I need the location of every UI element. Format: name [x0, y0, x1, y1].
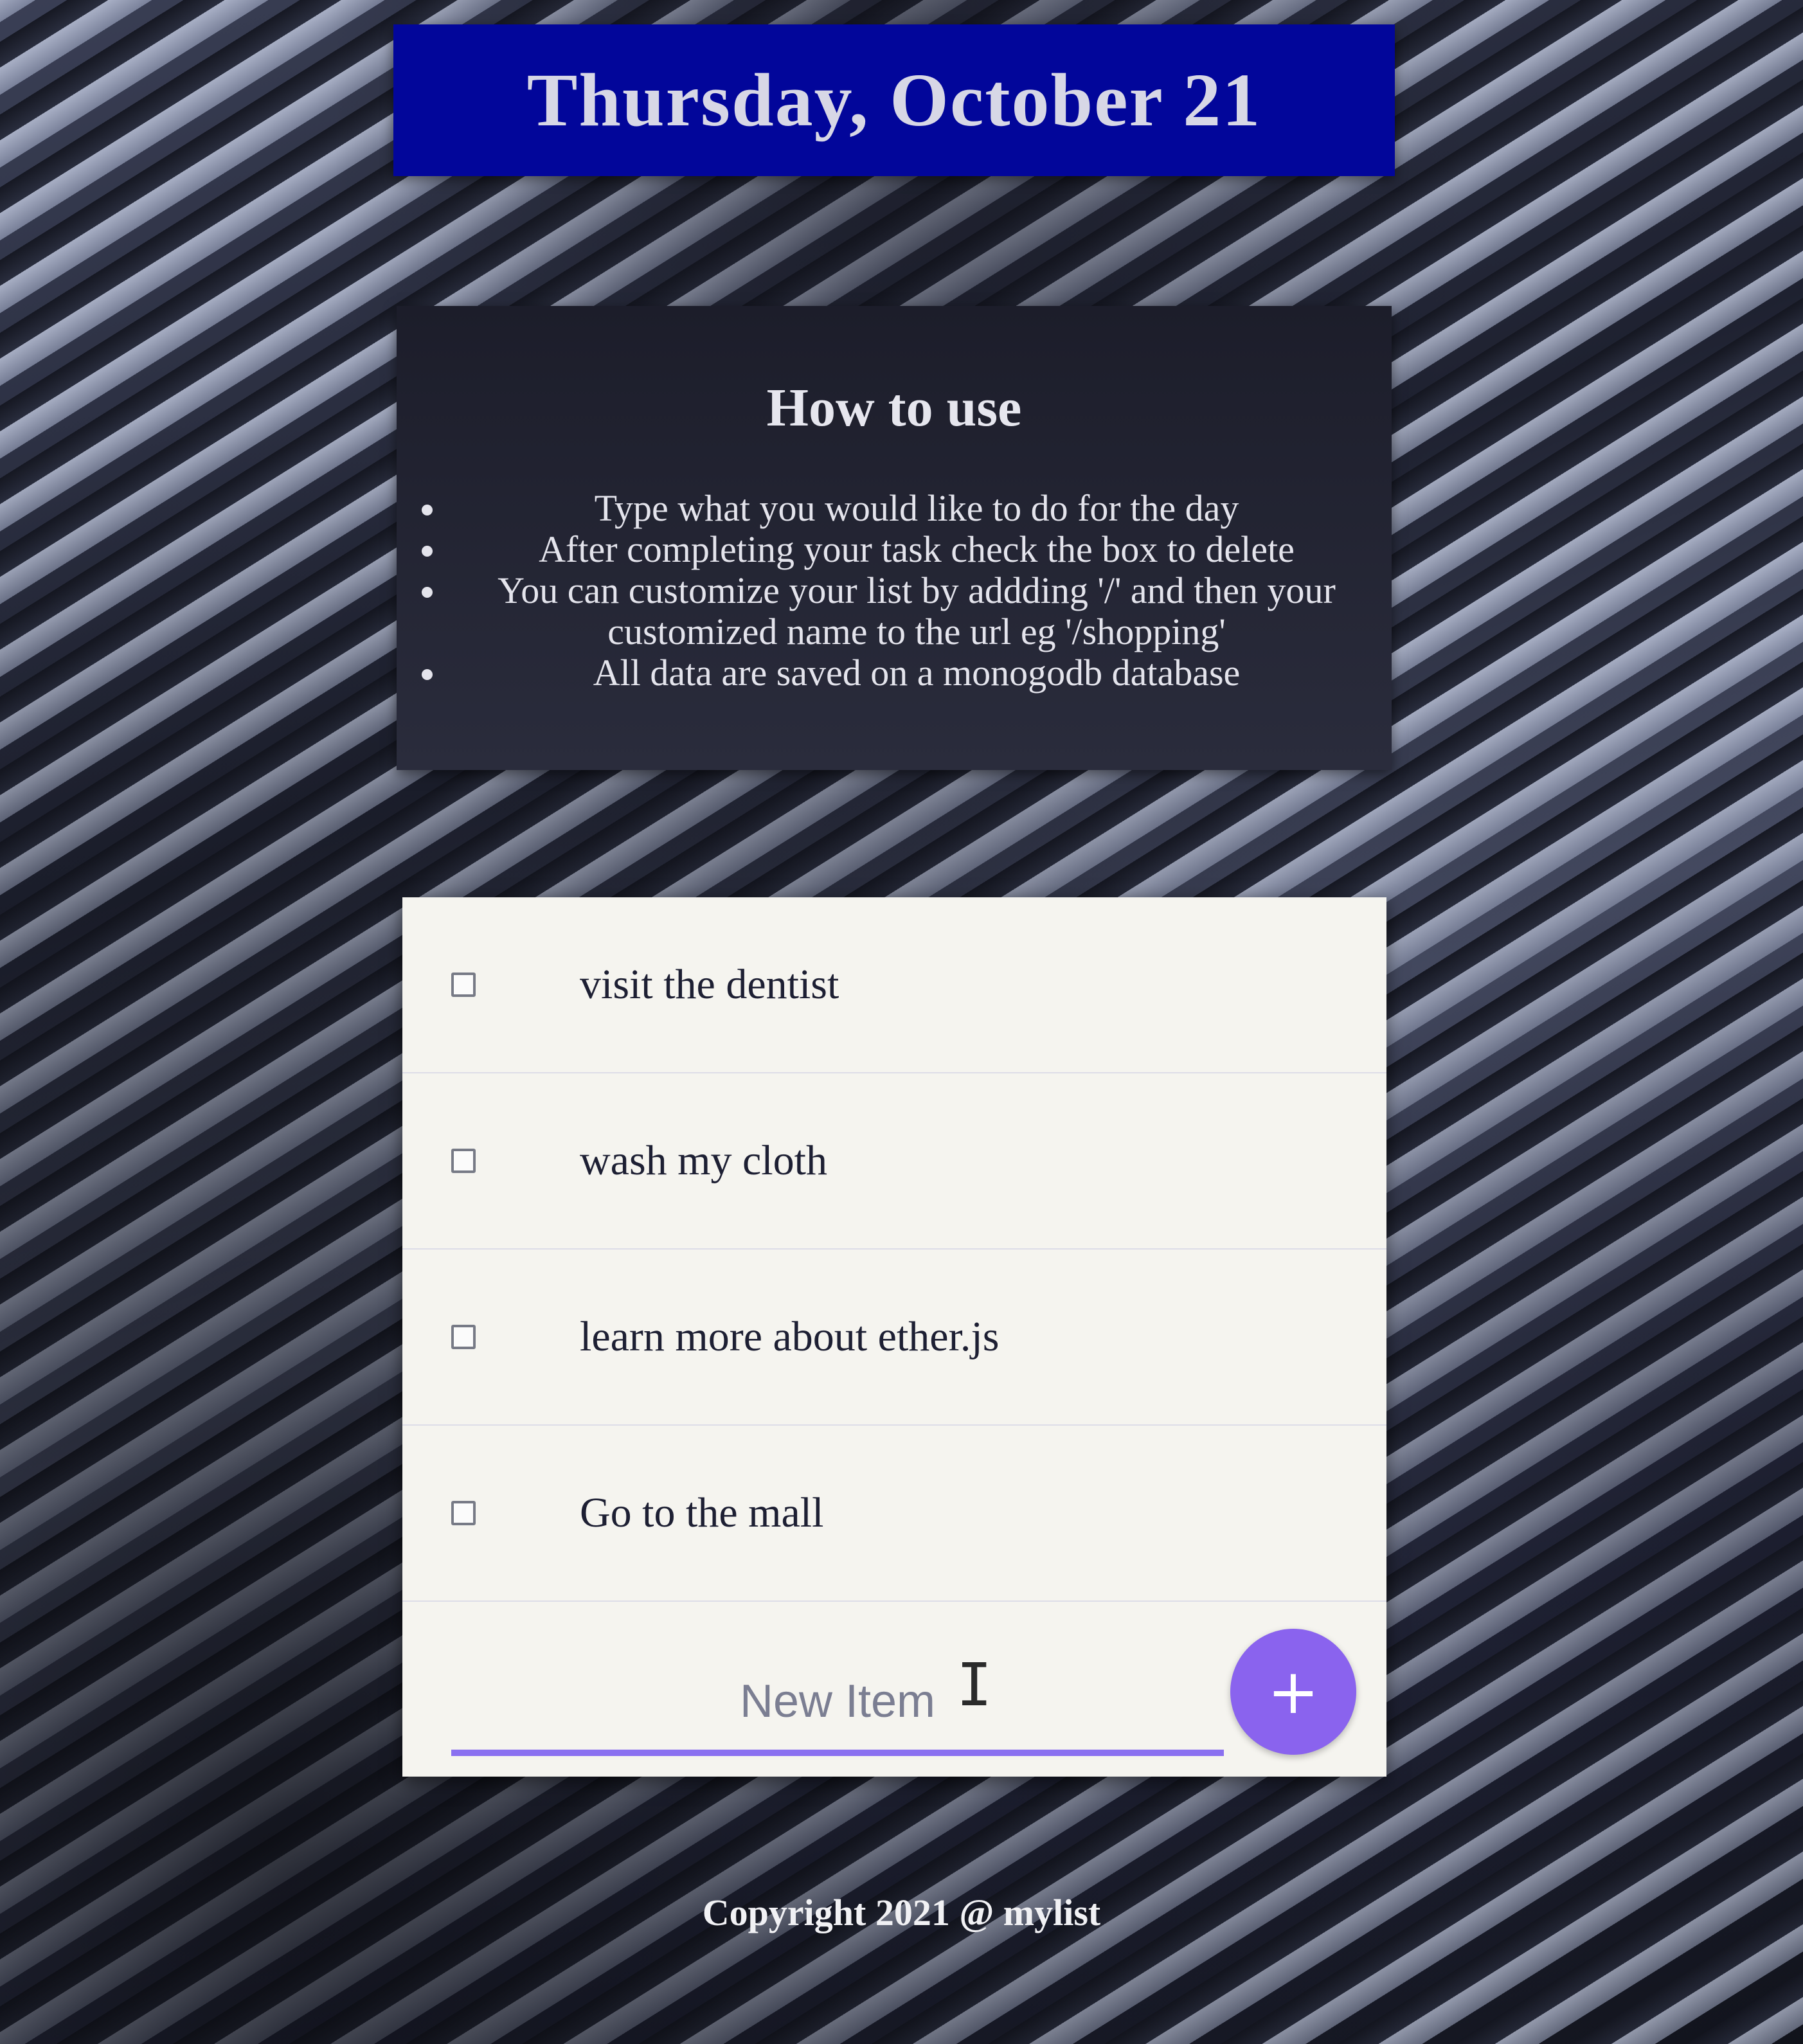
todo-item: visit the dentist — [402, 897, 1386, 1073]
todo-checkbox[interactable] — [451, 1149, 476, 1173]
todo-checkbox[interactable] — [451, 1501, 476, 1525]
text-cursor-icon: I — [956, 1651, 992, 1719]
date-header: Thursday, October 21 — [393, 24, 1395, 176]
new-item-input[interactable] — [451, 1653, 1224, 1756]
todo-checkbox[interactable] — [451, 1325, 476, 1349]
footer-copyright: Copyright 2021 @ mylist — [702, 1892, 1101, 1933]
how-to-use-item: All data are saved on a monogodb databas… — [448, 652, 1385, 694]
todo-item: learn more about ether.js — [402, 1250, 1386, 1426]
todo-item-label: visit the dentist — [580, 961, 839, 1008]
todo-list-card: visit the dentist wash my cloth learn mo… — [402, 897, 1386, 1777]
todo-item: wash my cloth — [402, 1073, 1386, 1250]
date-title: Thursday, October 21 — [526, 58, 1262, 142]
how-to-use-list: Type what you would like to do for the d… — [397, 488, 1392, 694]
how-to-use-panel: How to use Type what you would like to d… — [397, 306, 1392, 770]
how-to-use-title: How to use — [766, 378, 1022, 438]
how-to-use-item: You can customize your list by addding '… — [448, 570, 1385, 652]
add-item-button[interactable]: + — [1230, 1629, 1356, 1755]
todo-item-label: learn more about ether.js — [580, 1313, 1000, 1360]
todo-item: Go to the mall — [402, 1426, 1386, 1602]
todo-item-label: Go to the mall — [580, 1489, 824, 1536]
how-to-use-item: Type what you would like to do for the d… — [448, 488, 1385, 529]
new-item-form: + — [402, 1602, 1386, 1777]
todo-checkbox[interactable] — [451, 973, 476, 997]
how-to-use-item: After completing your task check the box… — [448, 529, 1385, 570]
todo-item-label: wash my cloth — [580, 1137, 827, 1184]
